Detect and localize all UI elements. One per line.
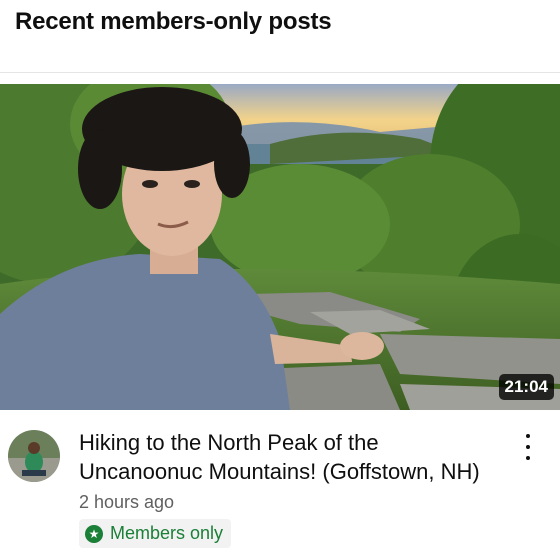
video-thumbnail[interactable]: 21:04 [0,84,560,410]
members-only-badge: ★ Members only [79,519,232,548]
video-title[interactable]: Hiking to the North Peak of the Uncanoon… [79,428,494,486]
more-vert-icon-dot [526,434,530,438]
thumbnail-image [0,84,560,410]
star-icon: ★ [85,524,103,543]
more-options-button[interactable] [516,432,540,462]
more-vert-icon-dot [526,445,530,449]
duration-badge: 21:04 [498,374,554,400]
channel-avatar[interactable] [8,430,60,482]
divider [0,72,560,73]
post-time: 2 hours ago [79,492,175,512]
avatar-image [8,430,60,482]
more-vert-icon-dot [526,456,530,460]
members-only-label: Members only [110,523,224,543]
section-title: Recent members-only posts [15,8,332,35]
